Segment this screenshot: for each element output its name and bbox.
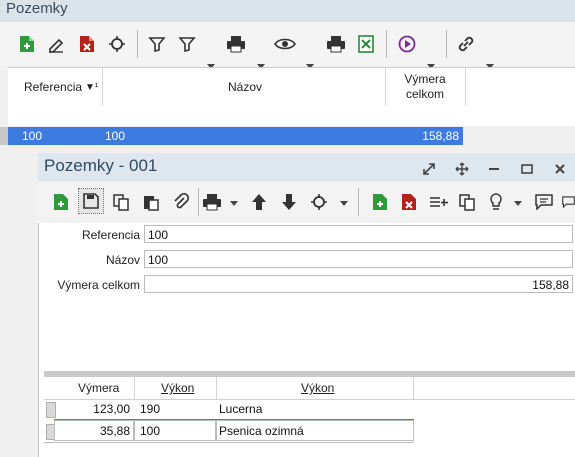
lightbulb-icon[interactable] xyxy=(485,190,507,214)
cell-vymera: 158,88 xyxy=(422,129,459,143)
column-header-vykon[interactable]: Výkon xyxy=(301,381,334,395)
maximize-icon[interactable] xyxy=(518,157,536,181)
minimize-icon[interactable] xyxy=(485,157,503,181)
label-vymera-celkom: Výmera celkom xyxy=(57,278,140,292)
detail-window-title: Pozemky - 001 xyxy=(44,156,158,175)
delete-icon[interactable] xyxy=(398,190,420,214)
insert-row-icon[interactable] xyxy=(428,190,450,214)
save-icon[interactable] xyxy=(78,188,104,214)
column-divider xyxy=(134,377,135,399)
add-icon[interactable] xyxy=(369,190,391,214)
link-icon[interactable] xyxy=(455,32,477,56)
refresh-icon[interactable] xyxy=(308,190,330,214)
cell-nazov: 100 xyxy=(105,129,126,143)
view-icon[interactable] xyxy=(273,32,297,56)
up-arrow-icon[interactable] xyxy=(248,190,270,214)
label-nazov: Názov xyxy=(105,253,140,267)
column-divider xyxy=(216,377,217,399)
referencia-field[interactable]: 100 xyxy=(144,225,573,243)
chevron-down-icon[interactable] xyxy=(230,201,238,206)
attach-icon[interactable] xyxy=(170,190,192,214)
detail-toolbar xyxy=(38,181,575,223)
column-header-vymera[interactable]: Výmera celkom xyxy=(386,68,464,106)
column-header-vymera[interactable]: Výmera xyxy=(78,381,119,395)
filter-menu-icon[interactable] xyxy=(176,32,198,56)
toolbar-separator xyxy=(446,30,447,58)
toolbar-separator xyxy=(386,30,387,58)
refresh-icon[interactable] xyxy=(106,32,128,56)
play-icon[interactable] xyxy=(396,32,418,56)
close-icon[interactable] xyxy=(551,157,569,181)
column-divider xyxy=(413,377,414,399)
print-icon[interactable] xyxy=(225,32,247,56)
nazov-field[interactable]: 100 xyxy=(144,250,573,268)
detail-form: Referencia 100 Názov 100 Výmera celkom 1… xyxy=(44,223,575,370)
toolbar-separator xyxy=(137,30,138,58)
chevron-down-icon[interactable] xyxy=(340,201,348,206)
cell-vykon-kod: 190 xyxy=(140,402,161,416)
delete-icon[interactable] xyxy=(76,32,98,56)
print-icon[interactable] xyxy=(325,32,347,56)
comment-icon[interactable] xyxy=(533,190,555,214)
grid-filter-row[interactable] xyxy=(8,106,575,126)
copy-icon[interactable] xyxy=(456,190,478,214)
row-selector[interactable] xyxy=(0,127,8,145)
vymera-celkom-field[interactable]: 158,88 xyxy=(144,275,573,293)
cell-referencia: 100 xyxy=(22,129,43,143)
cell-vymera: 123,00 xyxy=(93,402,130,416)
cell-vykon-kod: 100 xyxy=(140,424,161,438)
print-icon[interactable] xyxy=(200,190,224,214)
expand-icon[interactable] xyxy=(420,157,438,181)
column-header-vykon-kod[interactable]: Výkon xyxy=(161,381,194,395)
move-icon[interactable] xyxy=(453,157,471,181)
edit-icon[interactable] xyxy=(45,32,67,56)
filter-icon[interactable] xyxy=(146,32,168,56)
paste-icon[interactable] xyxy=(140,190,162,214)
add-icon[interactable] xyxy=(16,32,38,56)
main-toolbar xyxy=(0,22,575,69)
comment-icon[interactable] xyxy=(562,190,575,214)
toolbar-separator xyxy=(358,188,359,216)
toolbar-separator xyxy=(198,188,199,216)
cell-vykon: Psenica ozimná xyxy=(219,424,304,438)
subgrid-header: Výmera Výkon Výkon xyxy=(44,377,575,400)
down-arrow-icon[interactable] xyxy=(278,190,300,214)
column-divider xyxy=(465,68,466,106)
chevron-down-icon[interactable] xyxy=(514,201,522,206)
copy-icon[interactable] xyxy=(110,190,132,214)
column-header-referencia[interactable]: Referencia ▼¹ xyxy=(24,68,98,106)
add-icon[interactable] xyxy=(50,190,72,214)
table-row[interactable]: 35,88 100 Psenica ozimná xyxy=(44,420,414,443)
column-header-nazov[interactable]: Názov xyxy=(228,68,262,106)
excel-icon[interactable] xyxy=(355,32,377,56)
table-row[interactable]: 123,00 190 Lucerna xyxy=(44,399,414,419)
sort-indicator: ▼¹ xyxy=(85,81,99,93)
cell-vymera: 35,88 xyxy=(99,424,130,438)
label-referencia: Referencia xyxy=(81,228,140,242)
window-title: Pozemky xyxy=(6,0,68,17)
grid-header: Referencia ▼¹ Názov Výmera celkom xyxy=(8,67,575,107)
cell-vykon: Lucerna xyxy=(219,402,263,416)
window-title-bar: Pozemky xyxy=(0,0,575,22)
table-row[interactable]: 100 100 158,88 xyxy=(8,127,463,145)
column-divider xyxy=(102,68,103,106)
